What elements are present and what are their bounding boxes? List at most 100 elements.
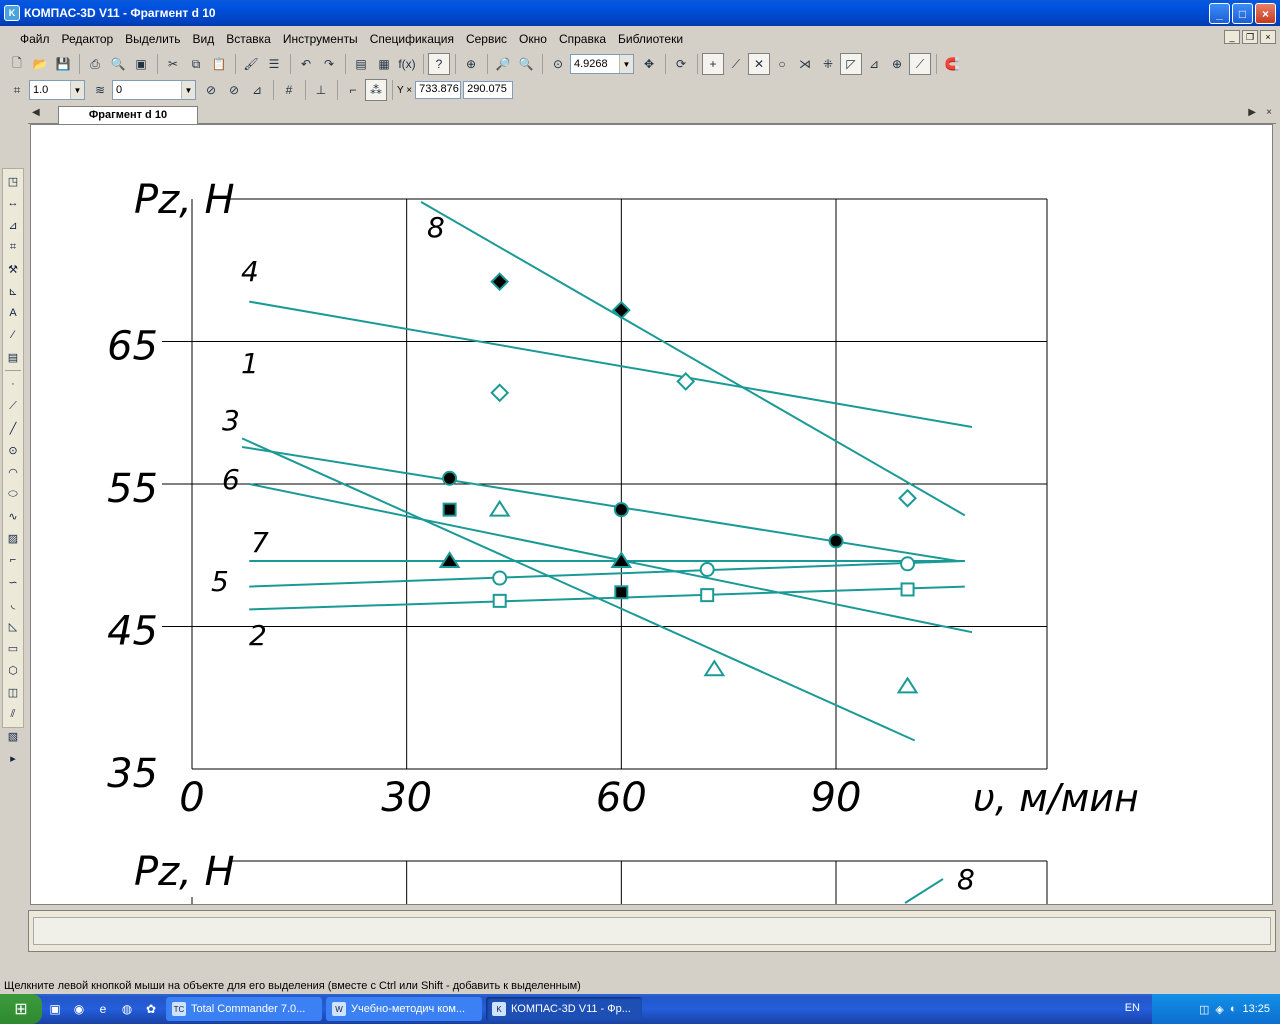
tab-fragment[interactable]: Фрагмент d 10 <box>58 106 198 124</box>
snap-nearest-icon[interactable]: ⟋ <box>725 53 747 75</box>
media-icon[interactable]: ◉ <box>68 998 90 1020</box>
geometry-panel-icon[interactable]: ◳ <box>3 171 23 191</box>
menu-window[interactable]: Окно <box>513 32 553 46</box>
snap-normal-icon[interactable]: ⋊ <box>794 53 816 75</box>
snap-center-icon[interactable]: ⊕ <box>886 53 908 75</box>
spec-icon[interactable]: ⁄ <box>3 325 23 345</box>
library-manager-icon[interactable]: ▦ <box>373 53 395 75</box>
ortho-mode-icon[interactable]: ⌐ <box>342 79 364 101</box>
cs-origin-icon[interactable]: ⊥ <box>310 79 332 101</box>
menu-libraries[interactable]: Библиотеки <box>612 32 689 46</box>
layers-icon[interactable]: ≋ <box>89 79 111 101</box>
aux-line-icon[interactable]: ⟋ <box>3 396 23 416</box>
coord-y-field[interactable]: 290.075 <box>463 81 514 99</box>
tab-scroll-left-icon[interactable]: ◀ <box>32 107 40 118</box>
variables-icon[interactable]: f(x) <box>396 53 418 75</box>
minimize-button[interactable]: _ <box>1209 3 1230 24</box>
chevron-down-icon[interactable]: ▼ <box>70 81 84 99</box>
doc-restore-icon[interactable]: ❐ <box>1242 30 1258 44</box>
task-word-document[interactable]: W Учебно-методич ком... <box>326 997 482 1021</box>
circle-icon[interactable]: ⊙ <box>3 440 23 460</box>
polygon-icon[interactable]: ⬡ <box>3 660 23 680</box>
redo-icon[interactable]: ↷ <box>318 53 340 75</box>
equidistant-icon[interactable]: ⫽ <box>3 704 23 724</box>
menu-service[interactable]: Сервис <box>460 32 513 46</box>
rectangle-icon[interactable]: ▭ <box>3 638 23 658</box>
print-preview-icon[interactable]: 🔍 <box>107 53 129 75</box>
preview-icon[interactable]: ▣ <box>130 53 152 75</box>
point-icon[interactable]: · <box>3 374 23 394</box>
zoom-scale-icon[interactable]: ⊙ <box>547 53 569 75</box>
menu-editor[interactable]: Редактор <box>56 32 120 46</box>
maximize-button[interactable]: □ <box>1232 3 1253 24</box>
network-icon[interactable]: ◫ <box>1199 1003 1209 1016</box>
close-button[interactable]: × <box>1255 3 1276 24</box>
app-icon[interactable]: ✿ <box>140 998 162 1020</box>
browser-icon[interactable]: ◍ <box>116 998 138 1020</box>
snap-point-icon[interactable]: + <box>702 53 724 75</box>
tab-scroll-right-icon[interactable]: ▶ <box>1248 107 1256 118</box>
local-cs-icon[interactable]: ⌗ <box>6 79 28 101</box>
volume-icon[interactable]: ◐ <box>1230 1003 1237 1015</box>
task-total-commander[interactable]: TC Total Commander 7.0... <box>166 997 322 1021</box>
doc-minimize-icon[interactable]: _ <box>1224 30 1240 44</box>
snap-angle-icon[interactable]: ◸ <box>840 53 862 75</box>
copy-icon[interactable]: ⧉ <box>185 53 207 75</box>
contour-icon[interactable]: ◫ <box>3 682 23 702</box>
zoom-combo[interactable]: 4.9268 ▼ <box>570 54 634 74</box>
snap-along-icon[interactable]: ⟋ <box>909 53 931 75</box>
copy-properties-icon[interactable]: 🖌 <box>240 53 262 75</box>
layer-combo[interactable]: 0 ▼ <box>112 80 196 100</box>
round-coords-icon[interactable]: ⁂ <box>365 79 387 101</box>
menu-insert[interactable]: Вставка <box>220 32 277 46</box>
menu-view[interactable]: Вид <box>187 32 221 46</box>
step-combo[interactable]: 1.0 ▼ <box>29 80 85 100</box>
parametrization-icon[interactable]: ⚒ <box>3 259 23 279</box>
properties-icon[interactable]: ☰ <box>263 53 285 75</box>
hatch-icon[interactable]: ▨ <box>3 528 23 548</box>
editing-icon[interactable]: ⌗ <box>3 237 23 257</box>
ie-icon[interactable]: e <box>92 998 114 1020</box>
cut-icon[interactable]: ✂ <box>162 53 184 75</box>
undo-icon[interactable]: ↶ <box>295 53 317 75</box>
chevron-down-icon[interactable]: ▼ <box>181 81 195 99</box>
menu-specification[interactable]: Спецификация <box>364 32 460 46</box>
snap-middle-icon[interactable]: ⊿ <box>863 53 885 75</box>
spline-icon[interactable]: ∿ <box>3 506 23 526</box>
open-icon[interactable]: 📂 <box>29 53 51 75</box>
chevron-down-icon[interactable]: ▼ <box>619 55 633 73</box>
task-kompas[interactable]: K КОМПАС-3D V11 - Фр... <box>486 997 642 1021</box>
menu-help[interactable]: Справка <box>553 32 612 46</box>
manager-icon[interactable]: ▤ <box>350 53 372 75</box>
more-tools-icon[interactable]: ▸ <box>3 748 23 768</box>
new-document-icon[interactable]: 🗋 <box>6 53 28 75</box>
collect-contour-icon[interactable]: ▧ <box>3 726 23 746</box>
pan-icon[interactable]: ✥ <box>638 53 660 75</box>
menu-select[interactable]: Выделить <box>119 32 186 46</box>
snap-intersection-icon[interactable]: ✕ <box>748 53 770 75</box>
menu-tools[interactable]: Инструменты <box>277 32 364 46</box>
drawing-canvas[interactable]: 35 45 55 65 0 30 60 90 Pz, H υ, м/мин 8 4 1 3 6 7 5 2 Pz,… <box>30 124 1273 905</box>
symbols-icon[interactable]: ⊿ <box>3 215 23 235</box>
doc-close-icon[interactable]: × <box>1260 30 1276 44</box>
snaps-blue-icon[interactable]: ⊘ <box>223 79 245 101</box>
polyline-icon[interactable]: ⌐ <box>3 550 23 570</box>
fillet-icon[interactable]: ◟ <box>3 594 23 614</box>
measure-icon[interactable]: ⊾ <box>3 281 23 301</box>
print-icon[interactable]: ⎙ <box>84 53 106 75</box>
grid-icon[interactable]: # <box>278 79 300 101</box>
help-pointer-icon[interactable]: ? <box>428 53 450 75</box>
coord-x-field[interactable]: 733.876 <box>415 81 462 99</box>
ellipse-icon[interactable]: ⬭ <box>3 484 23 504</box>
start-button[interactable]: ⊞ <box>0 994 42 1024</box>
paste-icon[interactable]: 📋 <box>208 53 230 75</box>
dimensions-icon[interactable]: ↔ <box>3 193 23 213</box>
select-icon[interactable]: A <box>3 303 23 323</box>
language-indicator[interactable]: EN <box>1125 1002 1140 1014</box>
security-icon[interactable]: ◈ <box>1215 1003 1223 1016</box>
menu-file[interactable]: Файл <box>14 32 56 46</box>
segment-icon[interactable]: ╱ <box>3 418 23 438</box>
ortho-icon[interactable]: ⊿ <box>246 79 268 101</box>
zoom-window-icon[interactable]: ⊕ <box>460 53 482 75</box>
curve-icon[interactable]: ∽ <box>3 572 23 592</box>
